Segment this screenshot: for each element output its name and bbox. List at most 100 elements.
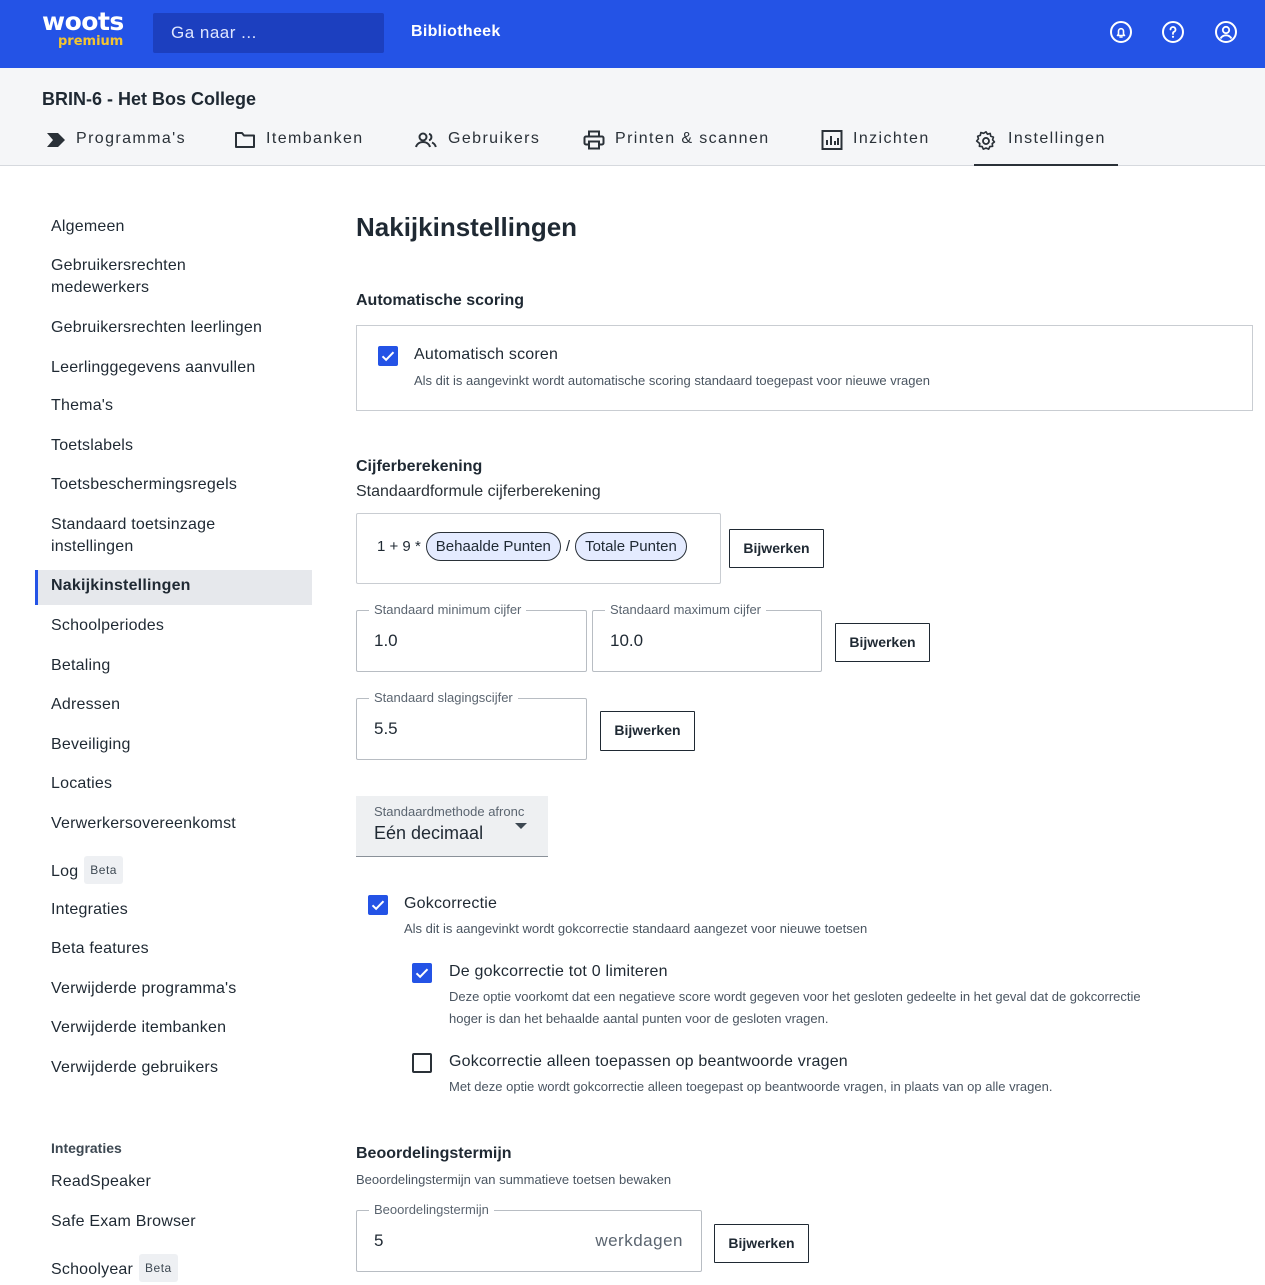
auto-scoring-label: Automatisch scoren: [414, 346, 559, 363]
pass-grade-label: Standaard slagingscijfer: [369, 690, 518, 705]
check-icon: [371, 900, 385, 911]
limit-zero-checkbox[interactable]: [412, 963, 432, 983]
term-field-label: Beoordelingstermijn: [369, 1202, 494, 1217]
library-link[interactable]: Bibliotheek: [411, 23, 501, 41]
answered-only-description: Met deze optie wordt gokcorrectie alleen…: [449, 1079, 1053, 1094]
org-name: BRIN-6 - Het Bos College: [42, 89, 257, 109]
tab-gebruikers[interactable]: Gebruikers: [414, 130, 540, 166]
auto-scoring-card: Automatisch scoren Als dit is aangevinkt…: [356, 325, 1253, 411]
sidebar-item-toetsinzage[interactable]: Standaard toetsinzage instellingen: [51, 514, 281, 558]
sidebar-item-locaties[interactable]: Locaties: [51, 773, 112, 795]
sidebar-item-leerlinggegevens[interactable]: Leerlinggegevens aanvullen: [51, 357, 255, 379]
term-description: Beoordelingstermijn van summatieve toets…: [356, 1172, 672, 1187]
tab-label: Inzichten: [853, 130, 930, 147]
chip-behaalde-punten: Behaalde Punten: [425, 532, 561, 561]
formula-operator: /: [565, 538, 571, 555]
programs-icon: [47, 133, 65, 147]
update-formula-button[interactable]: Bijwerken: [729, 529, 824, 568]
beta-badge: Beta: [84, 856, 123, 884]
section-heading-auto-scoring: Automatische scoring: [356, 292, 525, 309]
sidebar-item-label: Schoolyear: [51, 1261, 134, 1278]
check-icon: [381, 351, 395, 362]
pass-grade-value: 5.5: [374, 719, 398, 738]
update-term-button[interactable]: Bijwerken: [714, 1224, 809, 1263]
sidebar-item-verwijderde-programmas[interactable]: Verwijderde programma's: [51, 978, 237, 1000]
update-min-max-button[interactable]: Bijwerken: [835, 623, 930, 662]
sidebar-item-toetsbeschermingsregels[interactable]: Toetsbeschermingsregels: [51, 474, 237, 496]
users-icon: [415, 132, 437, 148]
sidebar-item-schoolyear[interactable]: Schoolyear Beta: [51, 1254, 178, 1282]
tab-label: Instellingen: [1008, 130, 1106, 147]
rounding-select[interactable]: Standaardmethode afronc Eén decimaal: [356, 796, 548, 857]
max-grade-field[interactable]: Standaard maximum cijfer 10.0: [592, 602, 822, 672]
sidebar-item-log[interactable]: Log Beta: [51, 856, 123, 884]
page-title: Nakijkinstellingen: [356, 212, 578, 242]
auto-scoring-description: Als dit is aangevinkt wordt automatische…: [414, 373, 930, 388]
sidebar-item-betaling[interactable]: Betaling: [51, 655, 110, 677]
term-unit: werkdagen: [595, 1231, 683, 1250]
folder-icon: [235, 132, 255, 148]
gear-icon: [975, 131, 996, 150]
sidebar-item-themas[interactable]: Thema's: [51, 395, 113, 417]
guess-correction-label: Gokcorrectie: [404, 895, 498, 912]
sidebar-item-nakijkinstellingen[interactable]: Nakijkinstellingen: [51, 575, 191, 597]
sidebar-item-gebruikersrechten-medewerkers[interactable]: Gebruikersrechten medewerkers: [51, 255, 281, 299]
tab-instellingen[interactable]: Instellingen: [974, 130, 1118, 166]
grade-formula[interactable]: 1 + 9 * Behaalde Punten / Totale Punten: [356, 513, 721, 584]
term-value: 5: [374, 1231, 384, 1250]
tab-printen-scannen[interactable]: Printen & scannen: [583, 130, 770, 166]
sidebar-item-gebruikersrechten-leerlingen[interactable]: Gebruikersrechten leerlingen: [51, 317, 262, 339]
insights-icon: [821, 130, 843, 150]
tab-label: Programma's: [76, 130, 187, 147]
guess-correction-description: Als dit is aangevinkt wordt gokcorrectie…: [404, 921, 868, 936]
tab-label: Gebruikers: [448, 130, 541, 147]
sidebar-item-beta-features[interactable]: Beta features: [51, 938, 149, 960]
formula-prefix: 1 + 9 *: [377, 538, 421, 555]
sidebar-item-verwijderde-itembanken[interactable]: Verwijderde itembanken: [51, 1017, 226, 1039]
max-grade-value: 10.0: [610, 631, 644, 650]
logo-tier: premium: [58, 34, 124, 49]
check-icon: [415, 968, 429, 979]
sidebar-item-beveiliging[interactable]: Beveiliging: [51, 734, 131, 756]
beta-badge: Beta: [139, 1254, 178, 1282]
sidebar-item-toetslabels[interactable]: Toetslabels: [51, 435, 133, 457]
limit-zero-description-1: Deze optie voorkomt dat een negatieve sc…: [449, 989, 1141, 1004]
answered-only-checkbox[interactable]: [412, 1053, 432, 1073]
notifications-icon[interactable]: [1109, 20, 1133, 44]
grading-subheading: Standaardformule cijferberekening: [356, 483, 601, 500]
auto-scoring-checkbox[interactable]: [378, 346, 398, 366]
term-field[interactable]: Beoordelingstermijn 5 werkdagen: [356, 1202, 702, 1272]
tab-programmas[interactable]: Programma's: [46, 130, 186, 166]
account-icon[interactable]: [1214, 20, 1238, 44]
sidebar-item-integraties[interactable]: Integraties: [51, 899, 128, 921]
limit-zero-description-2: hoger is dan het behaalde aantal punten …: [449, 1011, 829, 1026]
tab-label: Printen & scannen: [615, 130, 770, 147]
sidebar-item-label: Log: [51, 863, 79, 880]
max-grade-label: Standaard maximum cijfer: [605, 602, 766, 617]
rounding-label: Standaardmethode afronc: [374, 804, 525, 819]
sidebar-item-readspeaker[interactable]: ReadSpeaker: [51, 1171, 151, 1193]
sidebar-item-safe-exam-browser[interactable]: Safe Exam Browser: [51, 1211, 196, 1233]
section-heading-grading: Cijferberekening: [356, 458, 483, 475]
tab-inzichten[interactable]: Inzichten: [821, 130, 930, 166]
update-pass-grade-button[interactable]: Bijwerken: [600, 711, 695, 751]
sidebar-item-verwijderde-gebruikers[interactable]: Verwijderde gebruikers: [51, 1057, 218, 1079]
sidebar-item-adressen[interactable]: Adressen: [51, 694, 120, 716]
tab-itembanken[interactable]: Itembanken: [234, 130, 364, 166]
chip-totale-punten: Totale Punten: [575, 532, 687, 561]
sidebar-section-integraties: Integraties: [51, 1140, 122, 1156]
org-header: BRIN-6 - Het Bos College Programma's Ite…: [0, 68, 1265, 166]
min-grade-value: 1.0: [374, 631, 398, 650]
sidebar-item-algemeen[interactable]: Algemeen: [51, 216, 125, 238]
help-icon[interactable]: [1161, 20, 1185, 44]
pass-grade-field[interactable]: Standaard slagingscijfer 5.5: [356, 690, 587, 760]
search-input[interactable]: Ga naar ...: [153, 13, 384, 53]
rounding-value: Eén decimaal: [374, 823, 484, 843]
section-heading-term: Beoordelingstermijn: [356, 1145, 512, 1162]
guess-correction-checkbox[interactable]: [368, 895, 388, 915]
sidebar-item-schoolperiodes[interactable]: Schoolperiodes: [51, 615, 164, 637]
woots-logo[interactable]: woots premium: [42, 9, 132, 53]
min-grade-field[interactable]: Standaard minimum cijfer 1.0: [356, 602, 587, 672]
sidebar-item-verwerkersovereenkomst[interactable]: Verwerkersovereenkomst: [51, 813, 236, 835]
limit-zero-label: De gokcorrectie tot 0 limiteren: [449, 963, 668, 980]
